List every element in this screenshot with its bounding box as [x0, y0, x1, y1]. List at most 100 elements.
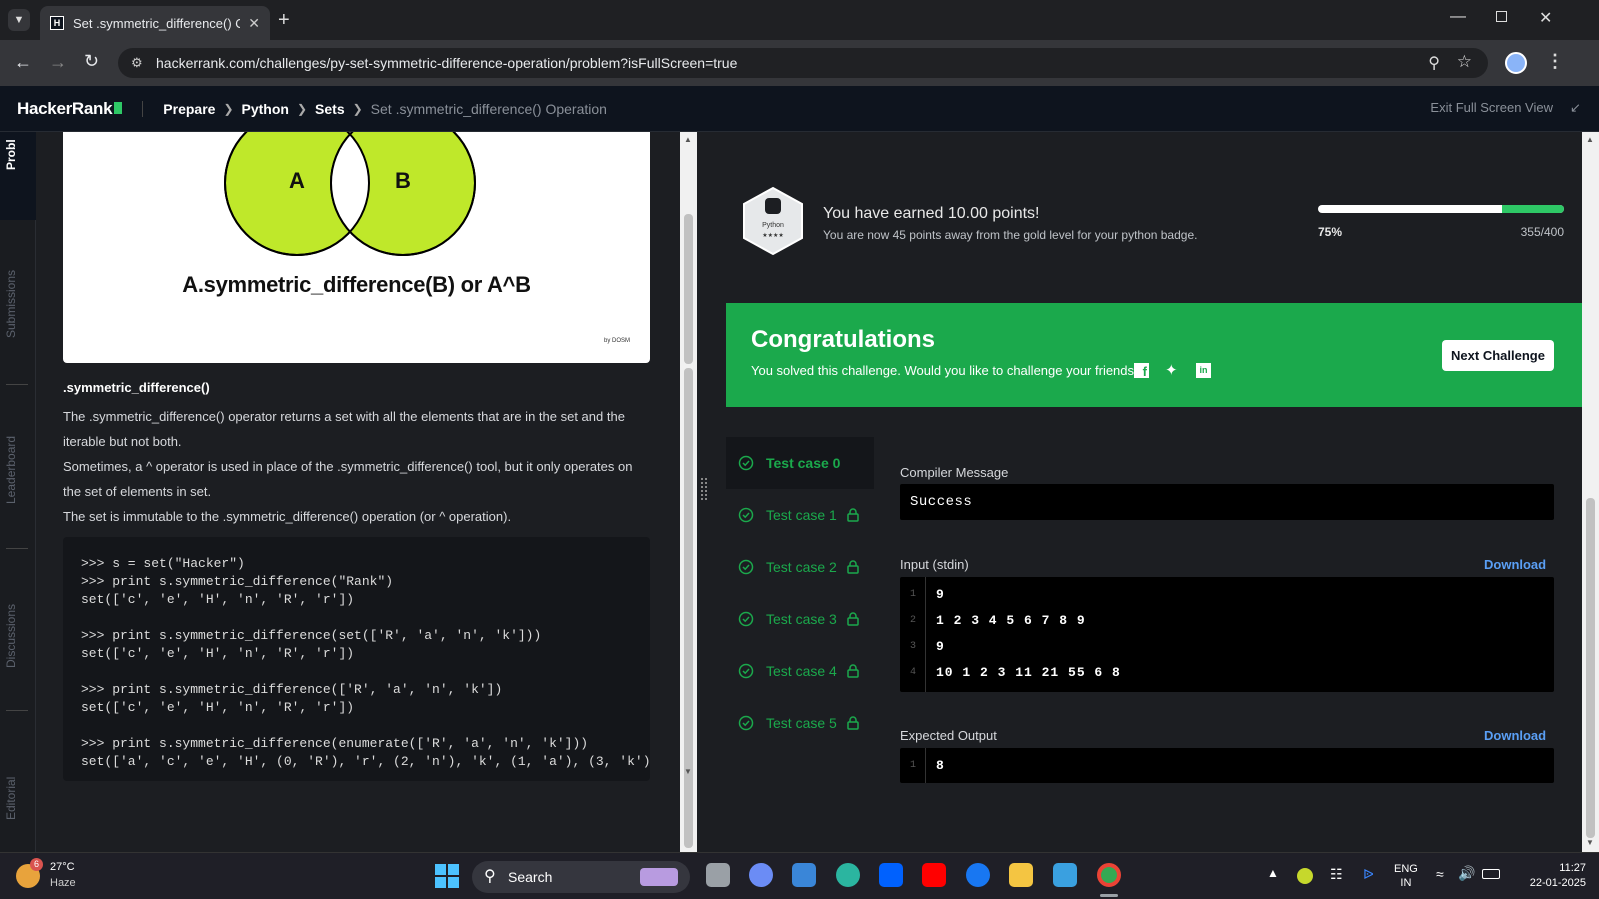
- tab-submissions[interactable]: Submissions: [4, 270, 18, 338]
- left-rail: Probl Submissions Leaderboard Discussion…: [0, 132, 36, 852]
- drag-handle-icon[interactable]: [701, 478, 707, 500]
- scroll-down-arrow[interactable]: ▼: [1586, 838, 1594, 847]
- hackerrank-favicon: H: [50, 16, 64, 30]
- address-bar[interactable]: ⚙ hackerrank.com/challenges/py-set-symme…: [118, 48, 1488, 78]
- crumb-prepare[interactable]: Prepare: [163, 101, 215, 117]
- results-scrollbar[interactable]: ▲ ▼: [1582, 132, 1599, 852]
- input-download-link[interactable]: Download: [1484, 557, 1546, 572]
- line-number: 1: [909, 760, 916, 771]
- wifi-icon[interactable]: ≈: [1436, 866, 1444, 882]
- tab-leaderboard[interactable]: Leaderboard: [4, 436, 18, 504]
- test-case-tab[interactable]: Test case 4: [726, 645, 874, 697]
- points-subtitle: You are now 45 points away from the gold…: [823, 228, 1198, 242]
- lang-region: IN: [1400, 877, 1412, 889]
- crumb-current: Set .symmetric_difference() Operation: [370, 100, 607, 117]
- test-case-tab[interactable]: Test case 0: [726, 437, 874, 489]
- zoom-icon[interactable]: ⚲: [1428, 53, 1440, 73]
- check-circle-icon: [738, 715, 754, 731]
- tab-editorial[interactable]: Editorial: [4, 777, 18, 820]
- tray-app-icon[interactable]: [1297, 868, 1313, 884]
- expected-output-label: Expected Output: [900, 728, 997, 743]
- compiler-message-label: Compiler Message: [900, 465, 1009, 480]
- clock-time: 11:27: [1559, 862, 1586, 874]
- volume-icon[interactable]: 🔊: [1458, 865, 1475, 882]
- site-info-icon[interactable]: ⚙: [131, 55, 143, 71]
- language-indicator[interactable]: ENG IN: [1394, 862, 1418, 890]
- close-window-button[interactable]: ✕: [1539, 8, 1552, 28]
- show-hidden-icons-icon[interactable]: ▲: [1267, 866, 1279, 880]
- test-case-tab[interactable]: Test case 2: [726, 541, 874, 593]
- input-line: 9: [936, 587, 945, 602]
- input-line: 9: [936, 639, 945, 654]
- test-case-tab[interactable]: Test case 5: [726, 697, 874, 749]
- next-challenge-button[interactable]: Next Challenge: [1442, 340, 1554, 371]
- bookmark-star-icon[interactable]: ☆: [1457, 52, 1472, 72]
- tab-discussions[interactable]: Discussions: [4, 604, 18, 668]
- notepad-icon[interactable]: [1053, 863, 1077, 887]
- compiler-message-box: Success: [900, 484, 1554, 520]
- taskbar-search[interactable]: ⚲ Search: [472, 861, 690, 893]
- restore-button[interactable]: [1496, 11, 1507, 22]
- code-example: >>> s = set("Hacker") >>> print s.symmet…: [63, 537, 650, 781]
- expected-output-box: 1 8: [900, 748, 1554, 783]
- scrollbar-thumb[interactable]: [684, 214, 693, 364]
- expected-download-link[interactable]: Download: [1484, 728, 1546, 743]
- scrollbar-thumb[interactable]: [1586, 498, 1595, 838]
- new-tab-button[interactable]: +: [278, 9, 290, 32]
- tray-display-icon[interactable]: ☷: [1330, 866, 1343, 883]
- close-tab-icon[interactable]: ✕: [248, 15, 260, 32]
- check-circle-icon: [738, 507, 754, 523]
- twitter-icon[interactable]: ✦: [1165, 361, 1178, 379]
- mail-icon[interactable]: [792, 863, 816, 887]
- search-icon: ⚲: [484, 868, 496, 885]
- bluetooth-icon[interactable]: ᐉ: [1363, 866, 1374, 883]
- reload-icon[interactable]: ↻: [84, 51, 99, 72]
- venn-label-a: A: [289, 168, 305, 193]
- python-logo-icon: [765, 198, 781, 214]
- hackerrank-logo[interactable]: HackerRank: [17, 99, 123, 119]
- windows-start-icon[interactable]: [435, 864, 459, 888]
- compress-icon[interactable]: ↙: [1570, 100, 1581, 116]
- youtube-icon[interactable]: [922, 863, 946, 887]
- browser-tab-active[interactable]: H Set .symmetric_difference() Op ✕: [40, 6, 270, 40]
- weather-widget[interactable]: 6 27°C Haze: [16, 858, 116, 894]
- pane-bottom: [36, 781, 680, 852]
- task-view-icon[interactable]: [706, 863, 730, 887]
- crumb-sets[interactable]: Sets: [315, 101, 345, 117]
- tab-problem[interactable]: Probl: [4, 139, 18, 170]
- congrats-text: You solved this challenge. Would you lik…: [751, 363, 1142, 378]
- minimize-button[interactable]: —: [1450, 8, 1466, 26]
- tab-search-button[interactable]: ▼: [8, 9, 30, 31]
- pane-resize-handle[interactable]: [697, 132, 726, 852]
- back-icon[interactable]: ←: [14, 52, 32, 73]
- problem-description: .symmetric_difference() The .symmetric_d…: [63, 375, 638, 529]
- clock-date: 22-01-2025: [1529, 877, 1586, 889]
- browser-menu-icon[interactable]: ⋮: [1546, 51, 1564, 72]
- chrome-icon[interactable]: [1097, 863, 1121, 887]
- linkedin-icon[interactable]: in: [1196, 363, 1211, 378]
- facebook-app-icon[interactable]: [966, 863, 990, 887]
- dropbox-icon[interactable]: [879, 863, 903, 887]
- copilot-icon[interactable]: [749, 863, 773, 887]
- exit-fullscreen-link[interactable]: Exit Full Screen View: [1430, 100, 1553, 115]
- scroll-up-arrow[interactable]: ▲: [684, 135, 692, 144]
- test-case-tab[interactable]: Test case 1: [726, 489, 874, 541]
- test-case-label: Test case 4: [766, 663, 837, 679]
- test-case-label: Test case 1: [766, 507, 837, 523]
- check-circle-icon: [738, 663, 754, 679]
- facebook-icon[interactable]: f: [1134, 363, 1149, 379]
- crumb-python[interactable]: Python: [242, 101, 289, 117]
- file-explorer-icon[interactable]: [1009, 863, 1033, 887]
- progress-fill: [1502, 205, 1564, 213]
- battery-icon[interactable]: [1482, 869, 1500, 879]
- profile-avatar[interactable]: [1505, 52, 1527, 74]
- scroll-down-arrow[interactable]: ▼: [684, 767, 692, 776]
- edge-icon[interactable]: [836, 863, 860, 887]
- clock[interactable]: 11:27 22-01-2025: [1510, 861, 1586, 891]
- app-header: HackerRank Prepare ❯ Python ❯ Sets ❯ Set…: [0, 86, 1599, 132]
- scrollbar-thumb[interactable]: [684, 368, 693, 848]
- forward-icon[interactable]: →: [49, 52, 67, 73]
- problem-scrollbar[interactable]: ▲ ▼: [680, 132, 697, 852]
- test-case-tab[interactable]: Test case 3: [726, 593, 874, 645]
- scroll-up-arrow[interactable]: ▲: [1586, 135, 1594, 144]
